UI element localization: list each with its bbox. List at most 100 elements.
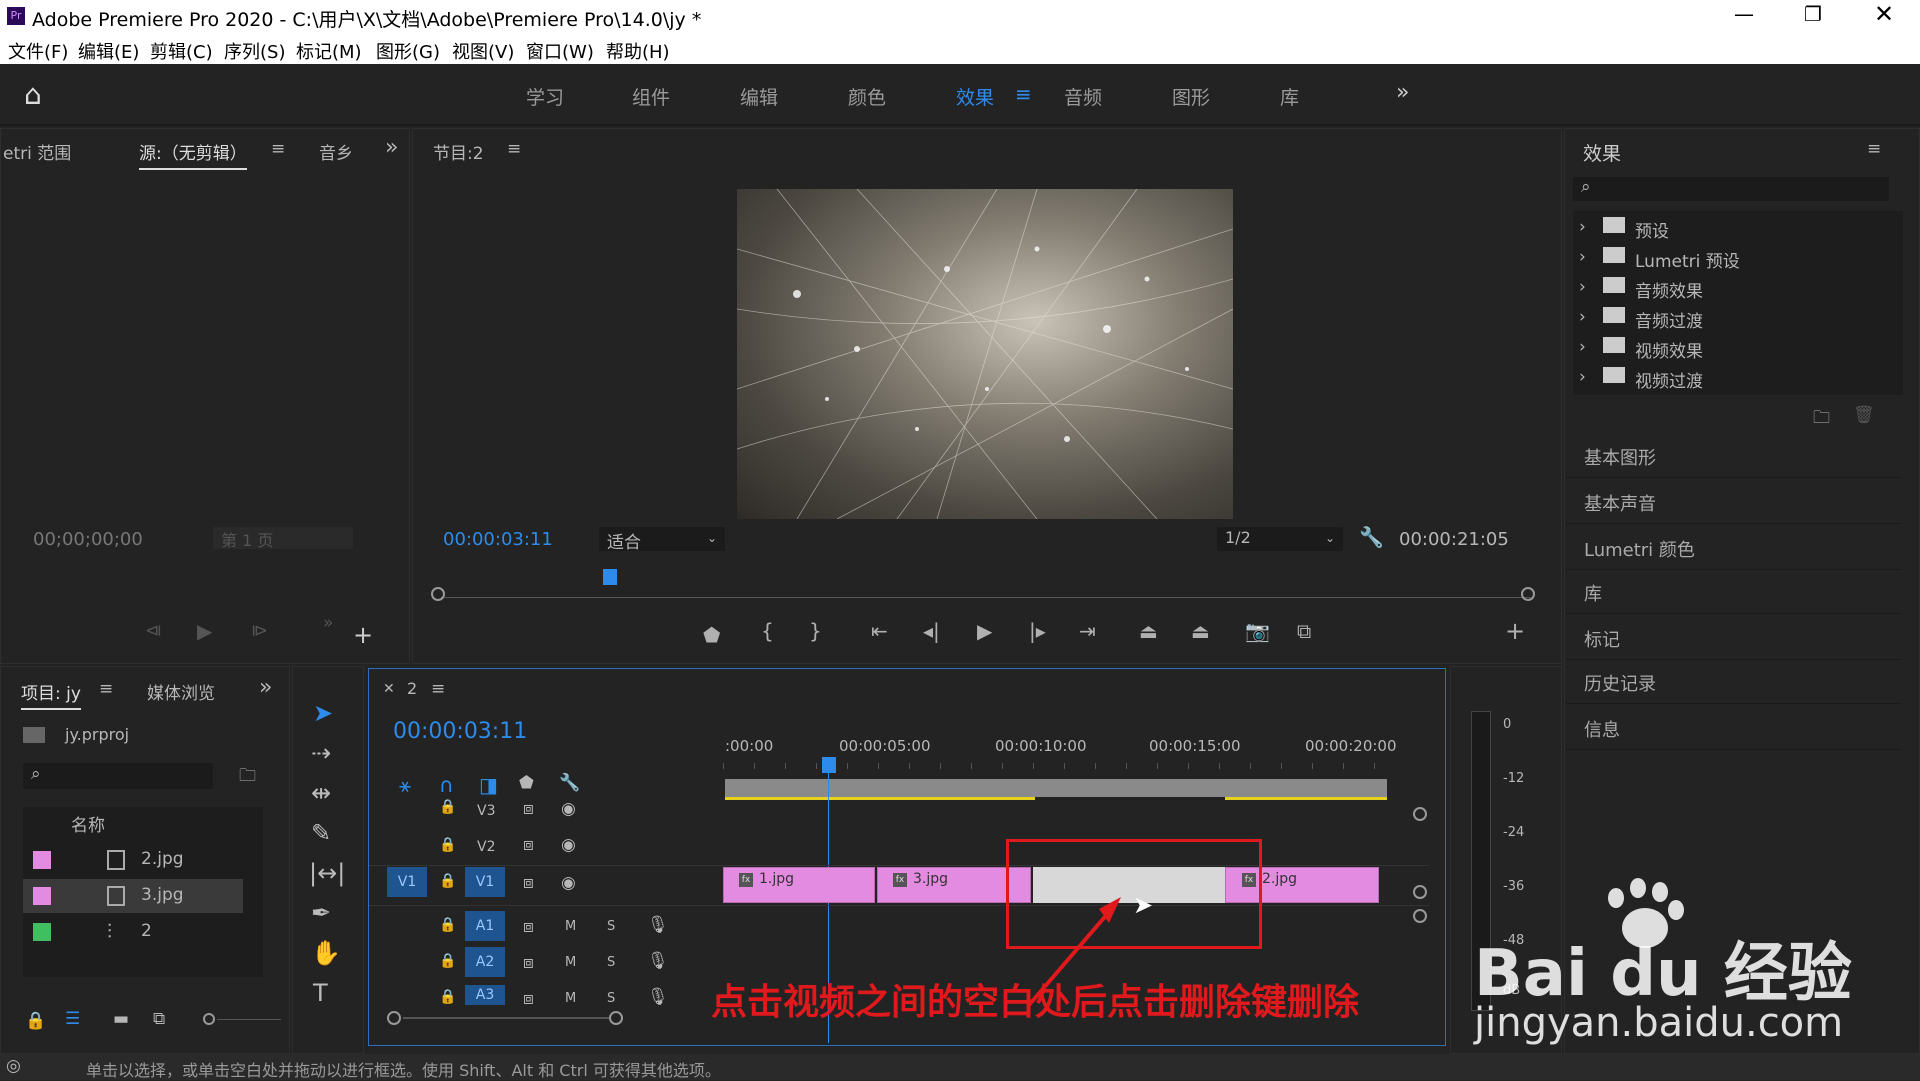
sync-lock-icon[interactable]: ⧈ [523, 953, 534, 973]
mark-in-icon[interactable]: { [761, 619, 774, 643]
add-button-icon[interactable]: + [1505, 617, 1525, 645]
solo-button[interactable]: S [607, 955, 615, 970]
go-to-out-icon[interactable]: ⇥ [1079, 619, 1096, 643]
track-label-a2[interactable]: A2 [465, 947, 505, 977]
v-scroll-handle[interactable] [1413, 885, 1427, 899]
step-back-icon[interactable]: ⧏ [145, 621, 162, 641]
timeline-playhead-head[interactable] [822, 757, 836, 773]
zoom-handle-right[interactable] [609, 1011, 623, 1025]
sync-lock-icon[interactable]: ⧈ [523, 873, 534, 893]
restore-icon[interactable]: ❐ [1804, 2, 1822, 26]
menu-window[interactable]: 窗口(W) [526, 38, 594, 64]
linked-selection-icon[interactable]: ◨ [479, 773, 498, 797]
step-forward-icon[interactable]: |▸ [1029, 619, 1046, 643]
tabs-more-icon[interactable]: » [385, 135, 398, 160]
play-icon[interactable]: ▶ [977, 619, 992, 643]
zoom-handle-left[interactable] [387, 1011, 401, 1025]
lock-icon[interactable]: 🔒 [439, 837, 456, 853]
panel-info[interactable]: 信息 [1566, 706, 1902, 750]
lock-icon[interactable]: 🔒 [439, 917, 456, 933]
menu-graphics[interactable]: 图形(G) [376, 38, 440, 64]
source-page-field[interactable]: 第 1 页 [213, 527, 353, 550]
solo-button[interactable]: S [607, 991, 615, 1006]
sequence-menu-icon[interactable]: ≡ [431, 679, 445, 699]
ws-audio[interactable]: 音频 [1064, 83, 1102, 110]
list-view-icon[interactable]: ☰ [65, 1009, 80, 1029]
microphone-icon[interactable]: 🎙 [647, 915, 669, 935]
ws-effects[interactable]: 效果 [956, 83, 994, 110]
program-menu-icon[interactable]: ≡ [507, 139, 521, 159]
sync-lock-icon[interactable]: ⧈ [523, 989, 534, 1009]
v-scroll-handle[interactable] [1413, 807, 1427, 821]
trash-icon[interactable]: 🗑 [1853, 405, 1875, 425]
tab-source[interactable]: 源:（无剪辑） [139, 139, 247, 170]
snap-icon[interactable]: ∩ [439, 773, 454, 797]
close-sequence-icon[interactable]: ✕ [383, 681, 395, 697]
menu-clip[interactable]: 剪辑(C) [150, 38, 213, 64]
lock-icon[interactable]: 🔒 [439, 953, 456, 969]
effects-item-presets[interactable]: › 预设 [1573, 215, 1903, 243]
column-name-header[interactable]: 名称 [71, 811, 105, 836]
tab-menu-icon[interactable]: ≡ [271, 139, 285, 159]
export-frame-icon[interactable]: 📷 [1245, 619, 1270, 643]
project-search-input[interactable]: ⌕ [23, 763, 213, 789]
effects-item-lumetri-presets[interactable]: › Lumetri 预设 [1573, 245, 1903, 273]
v-scroll-handle[interactable] [1413, 909, 1427, 923]
list-item[interactable]: 3.jpg [23, 879, 243, 913]
ws-editing[interactable]: 编辑 [740, 83, 778, 110]
close-icon[interactable]: ✕ [1874, 0, 1894, 28]
panel-essential-graphics[interactable]: 基本图形 [1566, 434, 1902, 478]
tab-media-browser[interactable]: 媒体浏览 [147, 679, 215, 704]
menu-marker[interactable]: 标记(M) [296, 38, 362, 64]
extract-icon[interactable]: ⏏ [1191, 619, 1210, 643]
mark-out-icon[interactable]: } [809, 619, 822, 643]
ws-libraries[interactable]: 库 [1280, 83, 1299, 110]
tab-audio-clip[interactable]: 音乡 [319, 139, 353, 164]
mute-button[interactable]: M [565, 991, 576, 1006]
track-label-v1[interactable]: V1 [465, 867, 505, 897]
track-label-a3[interactable]: A3 [465, 985, 505, 1005]
sync-lock-icon[interactable]: ⧈ [523, 835, 534, 855]
go-to-in-icon[interactable]: ⇤ [871, 619, 888, 643]
microphone-icon[interactable]: 🎙 [647, 951, 669, 971]
sequence-tab[interactable]: 2 [407, 679, 417, 698]
add-button-icon[interactable]: + [353, 621, 373, 649]
clip-1jpg[interactable]: fx 1.jpg [723, 867, 875, 903]
scrub-start-handle[interactable] [431, 587, 445, 601]
add-marker-icon[interactable]: ⬟ [703, 623, 720, 647]
program-scrub-track[interactable] [441, 597, 1531, 598]
effects-item-video-effects[interactable]: › 视频效果 [1573, 335, 1903, 363]
minimize-icon[interactable]: — [1734, 2, 1754, 26]
program-timecode[interactable]: 00:00:03:11 [443, 529, 553, 550]
sync-lock-icon[interactable]: ⧈ [523, 917, 534, 937]
nest-toggle-icon[interactable]: ⚹ [399, 773, 411, 797]
mute-button[interactable]: M [565, 919, 576, 934]
resolution-dropdown[interactable]: 1/2 ⌄ [1217, 527, 1343, 551]
home-icon[interactable]: ⌂ [24, 78, 42, 111]
step-back-icon[interactable]: ◂| [923, 619, 940, 643]
comparison-view-icon[interactable]: ⧉ [1297, 619, 1311, 643]
lock-icon[interactable]: 🔒 [439, 799, 456, 815]
step-forward-icon[interactable]: ⧐ [251, 621, 268, 641]
panel-lumetri-color[interactable]: Lumetri 颜色 [1566, 526, 1902, 570]
pen-tool-icon[interactable]: ✒ [311, 899, 331, 927]
eye-icon[interactable]: ◉ [561, 873, 576, 893]
menu-edit[interactable]: 编辑(E) [78, 38, 139, 64]
ws-learn[interactable]: 学习 [526, 83, 564, 110]
source-patch-v1[interactable]: V1 [387, 867, 427, 897]
program-title[interactable]: 节目:2 [433, 139, 484, 164]
menu-view[interactable]: 视图(V) [452, 38, 514, 64]
new-search-bin-icon[interactable]: 🗀 [239, 763, 256, 792]
lock-icon[interactable]: 🔒 [439, 873, 456, 889]
eye-icon[interactable]: ◉ [561, 799, 576, 819]
menu-file[interactable]: 文件(F) [8, 38, 68, 64]
more-controls-icon[interactable]: » [323, 613, 333, 633]
tab-project[interactable]: 项目: jy [21, 679, 81, 710]
panel-markers[interactable]: 标记 [1566, 616, 1902, 660]
panel-essential-sound[interactable]: 基本声音 [1566, 480, 1902, 524]
list-item[interactable]: 2.jpg [23, 843, 243, 877]
freeform-view-icon[interactable]: ⧉ [153, 1009, 165, 1029]
timeline-h-scrollbar[interactable] [403, 1017, 609, 1019]
play-icon[interactable]: ▶ [197, 619, 212, 643]
ripple-edit-tool-icon[interactable]: ⇹ [311, 779, 331, 807]
